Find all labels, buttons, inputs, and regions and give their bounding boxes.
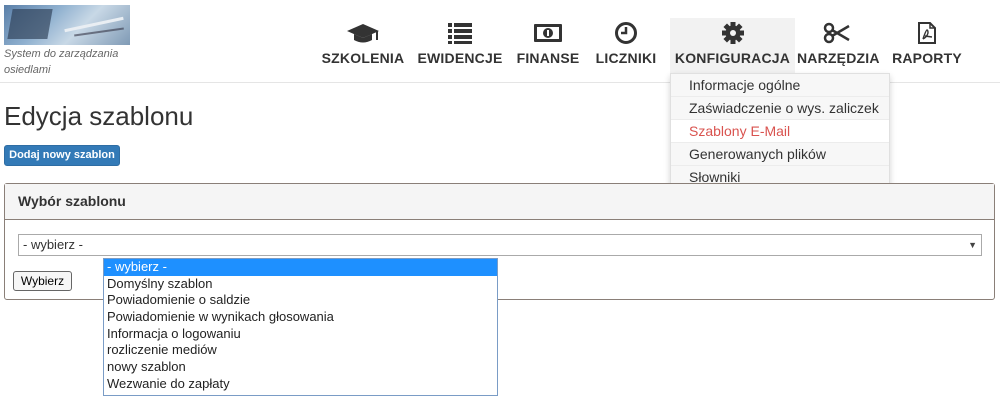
nav-label: LICZNIKI [595, 50, 657, 66]
app-logo[interactable] [4, 5, 130, 45]
nav-label: KONFIGURACJA [674, 50, 791, 66]
option-item[interactable]: Powiadomienie w wynikach głosowania [104, 309, 497, 326]
option-item[interactable]: Domyślny szablon [104, 276, 497, 293]
nav-item-ewidencje[interactable]: EWIDENCJE [416, 18, 504, 73]
scissors-icon [823, 22, 850, 44]
app-subtitle: System do zarządzania osiedlami [4, 48, 119, 76]
banknote-icon [534, 24, 562, 42]
option-item[interactable]: Powiadomienie o saldzie [104, 292, 497, 309]
panel-title: Wybór szablonu [5, 184, 994, 220]
nav-label: FINANSE [516, 50, 580, 66]
menu-item-generowanych-plikow[interactable]: Generowanych plików [671, 143, 889, 166]
nav-item-liczniki[interactable]: LICZNIKI [592, 18, 660, 73]
page-title: Edycja szablonu [4, 101, 194, 131]
option-item[interactable]: - wybierz - [104, 259, 497, 276]
option-item[interactable]: nowy szablon [104, 359, 497, 376]
graduation-cap-icon [347, 24, 379, 43]
nav-item-szkolenia[interactable]: SZKOLENIA [321, 18, 405, 73]
template-select[interactable]: - wybierz - ▼ [18, 234, 982, 256]
option-item[interactable]: Wezwanie do zapłaty [104, 376, 497, 393]
nav-item-narzedzia[interactable]: NARZĘDZIA [797, 18, 880, 73]
menu-item-zaswiadczenie[interactable]: Zaświadczenie o wys. zaliczek [671, 97, 889, 120]
config-dropdown-menu: Informacje ogólne Zaświadczenie o wys. z… [670, 73, 890, 190]
nav-label: SZKOLENIA [321, 50, 405, 66]
nav-item-finanse[interactable]: FINANSE [514, 18, 582, 73]
menu-item-szablony-email[interactable]: Szablony E-Mail [671, 120, 889, 143]
option-item[interactable]: Informacja o logowaniu [104, 326, 497, 343]
menu-item-informacje-ogolne[interactable]: Informacje ogólne [671, 74, 889, 97]
template-options-list: - wybierz - Domyślny szablon Powiadomien… [103, 258, 498, 396]
chevron-down-icon[interactable]: ▼ [968, 235, 977, 255]
nav-item-raporty[interactable]: RAPORTY [889, 18, 965, 73]
nav-label: RAPORTY [892, 50, 962, 66]
nav-label: EWIDENCJE [417, 50, 503, 66]
top-bar: System do zarządzania osiedlami SZKOLENI… [0, 0, 1000, 83]
add-template-button[interactable]: Dodaj nowy szablon [4, 145, 120, 166]
select-submit-button[interactable]: Wybierz [13, 271, 72, 291]
list-icon [448, 23, 472, 44]
clock-icon [615, 22, 637, 44]
option-item[interactable]: rozliczenie mediów [104, 342, 497, 359]
nav-item-konfiguracja[interactable]: KONFIGURACJA [670, 18, 795, 73]
select-value: - wybierz - [23, 237, 83, 252]
pdf-file-icon [918, 22, 936, 44]
gear-icon [721, 22, 744, 44]
nav-label: NARZĘDZIA [797, 50, 880, 66]
